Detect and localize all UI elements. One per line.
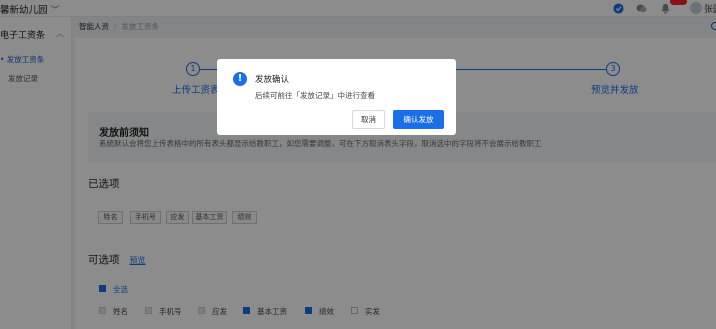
modal-overlay[interactable]	[0, 0, 716, 329]
exclamation-icon: !	[233, 72, 247, 86]
confirm-issue-button[interactable]: 确认发放	[393, 110, 444, 129]
cancel-button[interactable]: 取消	[352, 110, 385, 129]
confirm-dialog: ! 发放确认 后续可前往「发放记录」中进行查看 取消 确认发放	[217, 59, 456, 135]
dialog-title: 发放确认	[255, 75, 290, 85]
dialog-description: 后续可前往「发放记录」中进行查看	[255, 91, 375, 100]
